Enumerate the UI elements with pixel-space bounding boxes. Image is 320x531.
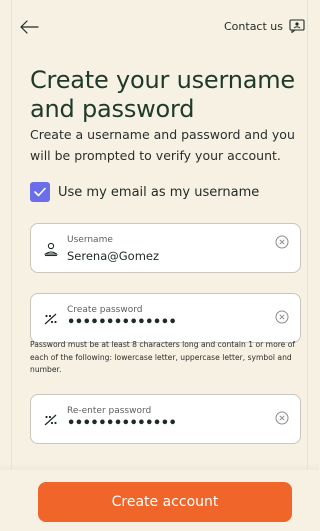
user-icon [43, 242, 59, 257]
top-bar: Contact us [0, 0, 319, 52]
frame-border-right [307, 0, 308, 531]
back-button[interactable] [18, 18, 40, 36]
password-icon [44, 414, 57, 426]
username-field[interactable]: Username Serena@Gomez [30, 223, 301, 273]
clear-icon[interactable] [275, 235, 289, 249]
arrow-left-icon [20, 20, 39, 34]
password-requirements-hint: Password must be at least 8 characters l… [30, 340, 296, 374]
create-password-value[interactable]: •••••••••••••• [67, 315, 177, 330]
use-email-checkbox-label: Use my email as my username [58, 184, 260, 200]
create-account-button[interactable]: Create account [38, 482, 292, 522]
create-password-label: Create password [67, 305, 143, 315]
check-icon [34, 187, 46, 197]
contact-us-link[interactable]: Contact us [224, 19, 305, 33]
frame-border-left [11, 0, 12, 531]
username-label: Username [67, 235, 113, 245]
reenter-password-label: Re-enter password [67, 406, 152, 416]
username-value[interactable]: Serena@Gomez [67, 249, 159, 263]
use-email-checkbox[interactable] [30, 182, 50, 202]
clear-icon[interactable] [275, 310, 289, 324]
password-icon [44, 313, 57, 325]
reenter-password-value[interactable]: •••••••••••••• [67, 416, 177, 431]
footer: Create account [0, 462, 319, 531]
chat-card-icon [289, 19, 305, 33]
contact-us-label: Contact us [224, 19, 283, 33]
reenter-password-field[interactable]: Re-enter password •••••••••••••• [30, 394, 301, 444]
use-email-checkbox-row[interactable]: Use my email as my username [30, 182, 259, 202]
page-subtitle: Create a username and password and you w… [30, 127, 295, 163]
clear-icon[interactable] [275, 411, 289, 425]
page-title: Create your username and password [30, 66, 295, 123]
create-password-field[interactable]: Create password •••••••••••••• [30, 293, 301, 343]
create-account-label: Create account [111, 494, 219, 510]
